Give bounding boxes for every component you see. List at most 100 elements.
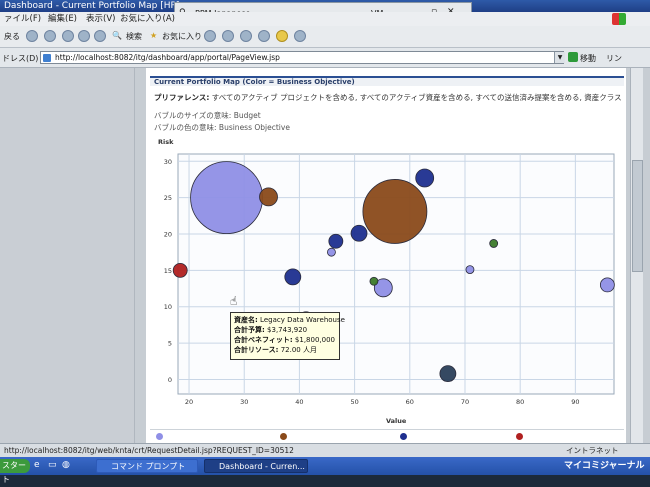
screen: Dashboard - Current Portfolio Map [HP] ⚲… <box>0 0 650 484</box>
y-tick-label: 15 <box>164 267 172 275</box>
go-button[interactable]: 移動 <box>580 53 596 64</box>
portlet-content: Current Portfolio Map (Color = Business … <box>146 68 626 443</box>
favorites-button[interactable]: お気に入り <box>162 31 202 42</box>
bubble-point <box>489 239 499 248</box>
bubble-point <box>327 247 336 257</box>
taskbar-command-prompt[interactable]: コマンド プロンプト <box>96 459 198 473</box>
taskbar-dashboard[interactable]: Dashboard - Curren... <box>204 459 308 473</box>
address-dropdown-icon[interactable]: ▼ <box>554 52 565 63</box>
size-meaning-value: Budget <box>233 111 261 120</box>
legend-swatch <box>516 433 523 440</box>
status-url: http://localhost:8082/itg/web/knta/crt/R… <box>4 446 294 455</box>
desktop-quicklaunch-icon[interactable]: ▭ <box>48 460 57 470</box>
x-axis-label: Value <box>386 417 407 425</box>
print-icon[interactable] <box>240 30 252 42</box>
color-meaning-line: バブルの色の意味: Business Objective <box>154 122 290 133</box>
bubble-point <box>259 187 278 207</box>
folder-icon[interactable] <box>276 30 288 42</box>
history-icon[interactable] <box>204 30 216 42</box>
tooltip-benefit-row: 合計ベネフィット: $1,800,000 <box>234 336 335 344</box>
x-tick-label: 50 <box>350 398 358 406</box>
preferences-line: プリファレンス: すべてのアクティブ プロジェクトを含める, すべてのアクティブ… <box>154 92 624 103</box>
menu-favorites[interactable]: お気に入り(A) <box>120 12 175 26</box>
back-button[interactable]: 戻る <box>4 31 20 42</box>
mail-icon[interactable] <box>222 30 234 42</box>
address-input[interactable]: http://localhost:8082/itg/dashboard/app/… <box>40 51 564 64</box>
vertical-scrollbar[interactable] <box>630 68 643 443</box>
stop-icon[interactable] <box>62 30 74 42</box>
go-arrow-icon[interactable] <box>568 52 578 62</box>
x-tick-label: 20 <box>185 398 193 406</box>
size-meaning-label: バブルのサイズの意味: <box>154 111 232 120</box>
y-tick-label: 5 <box>168 340 172 348</box>
scrollbar-thumb[interactable] <box>632 160 643 272</box>
legend-swatch <box>400 433 407 440</box>
preferences-label: プリファレンス: <box>154 93 210 102</box>
ie-quicklaunch-icon[interactable]: e <box>34 460 40 470</box>
start-label: スタート <box>2 461 26 484</box>
toolbar: 戻る 🔍 検索 ★ お気に入り <box>0 26 650 48</box>
bubble-point <box>350 224 368 242</box>
search-button[interactable]: 検索 <box>126 31 142 42</box>
favorites-star-icon[interactable]: ★ <box>150 31 157 40</box>
x-tick-label: 90 <box>571 398 579 406</box>
media-quicklaunch-icon[interactable]: ◍ <box>62 460 70 470</box>
address-url: http://localhost:8082/itg/dashboard/app/… <box>55 53 280 62</box>
address-bar: ドレス(D) http://localhost:8082/itg/dashboa… <box>0 48 650 68</box>
y-tick-label: 10 <box>164 303 172 311</box>
task-label: Dashboard - Curren... <box>219 462 305 471</box>
bubble-tooltip: 資産名: Legacy Data Warehouse 合計予算: $3,743,… <box>230 312 345 360</box>
bubble-point <box>172 262 188 278</box>
messenger-icon[interactable] <box>294 30 306 42</box>
task-label: コマンド プロンプト <box>111 462 186 471</box>
y-tick-label: 20 <box>164 231 172 239</box>
tooltip-name-row: 資産名: Legacy Data Warehouse <box>234 316 345 324</box>
left-pane <box>0 68 135 443</box>
tooltip-resource-row: 合計リソース: 72.00 人月 <box>234 346 317 354</box>
color-meaning-value: Business Objective <box>218 123 290 132</box>
bubble-chart: 0 5 10 15 20 25 30 20 30 40 50 60 70 80 90 <box>164 153 615 406</box>
bubble-point <box>415 168 435 188</box>
y-tick-label: 0 <box>168 376 172 384</box>
menu-edit[interactable]: 編集(E) <box>48 12 77 26</box>
chart-legend <box>150 429 624 444</box>
taskbar: スタート e ▭ ◍ コマンド プロンプト Dashboard - Curren… <box>0 457 650 484</box>
preferences-text: すべてのアクティブ プロジェクトを含める, すべてのアクティブ資産を含める, す… <box>211 93 624 102</box>
bubble-point <box>369 276 379 286</box>
x-tick-label: 30 <box>240 398 248 406</box>
edit-icon[interactable] <box>258 30 270 42</box>
y-axis-label: Risk <box>158 138 174 146</box>
portlet-title: Current Portfolio Map (Color = Business … <box>154 78 355 86</box>
menu-file[interactable]: ァイル(F) <box>4 12 41 26</box>
search-icon[interactable]: 🔍 <box>112 31 122 40</box>
legend-swatch <box>280 433 287 440</box>
forward-arrow-icon[interactable] <box>44 30 56 42</box>
tooltip-budget-row: 合計予算: $3,743,920 <box>234 326 308 334</box>
bubble-point <box>362 179 428 244</box>
windows-logo-icon <box>612 13 626 25</box>
status-bar: http://localhost:8082/itg/web/knta/crt/R… <box>0 443 650 458</box>
address-label: ドレス(D) <box>2 54 39 63</box>
links-button[interactable]: リン <box>606 53 622 64</box>
start-button[interactable]: スタート <box>0 459 30 484</box>
size-meaning-line: バブルのサイズの意味: Budget <box>154 110 261 121</box>
x-tick-label: 40 <box>295 398 303 406</box>
watermark-logo: マイコミジャーナル <box>564 461 645 471</box>
portlet-title-bar: Current Portfolio Map (Color = Business … <box>150 76 624 86</box>
bubble-point <box>465 265 475 275</box>
home-icon[interactable] <box>94 30 106 42</box>
color-meaning-label: バブルの色の意味: <box>154 123 217 132</box>
security-zone: イントラネット <box>566 446 619 455</box>
bubble-point <box>190 161 263 235</box>
page-area: Current Portfolio Map (Color = Business … <box>0 68 650 443</box>
x-tick-label: 60 <box>406 398 414 406</box>
bubble-point <box>439 365 457 383</box>
x-tick-label: 80 <box>516 398 524 406</box>
menu-view[interactable]: 表示(V) <box>86 12 115 26</box>
bubble-point <box>284 268 302 286</box>
x-tick-label: 70 <box>461 398 469 406</box>
bubble-point <box>599 277 615 293</box>
hand-cursor-icon: ☝ <box>230 294 238 308</box>
refresh-icon[interactable] <box>78 30 90 42</box>
back-arrow-icon[interactable] <box>26 30 38 42</box>
